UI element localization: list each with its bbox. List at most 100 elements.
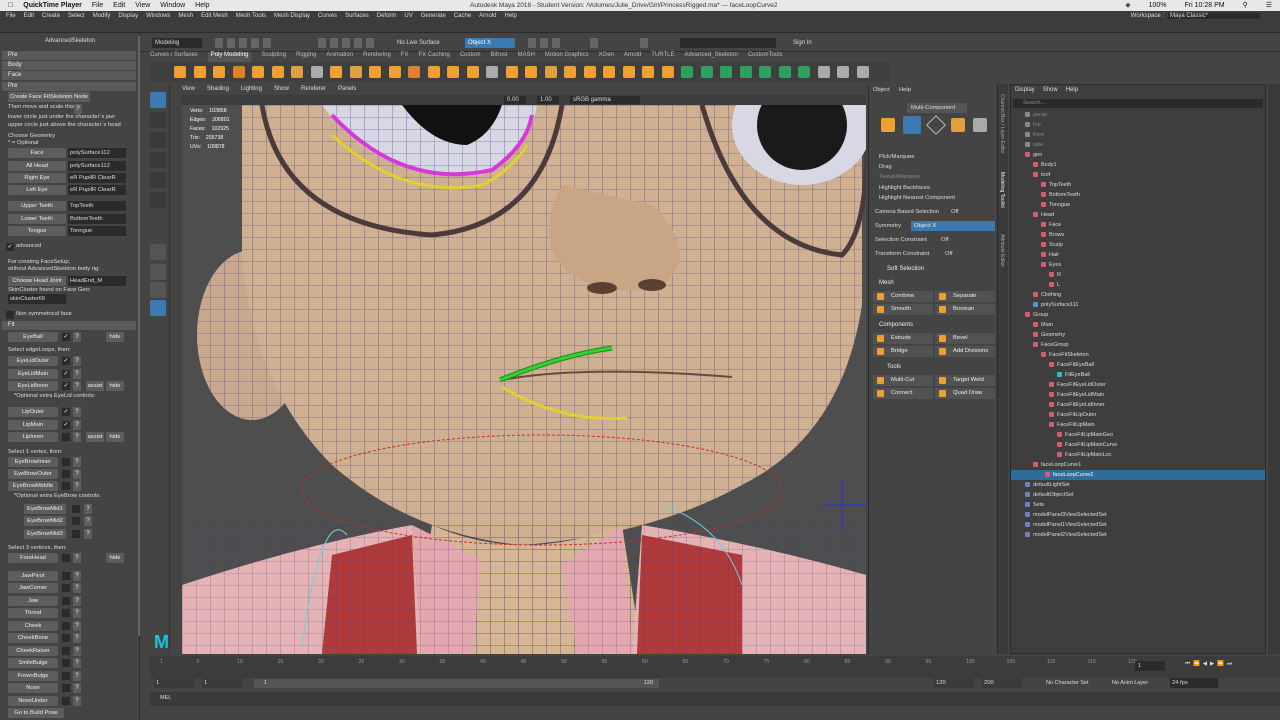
fit-cheek-help[interactable]: ? [73,621,81,631]
soft-selection[interactable]: Soft Selection [873,266,995,272]
eyeball-hide-button[interactable]: hide [106,332,124,342]
pick-marquee[interactable]: Pick/Marquee [879,154,914,160]
outliner-item[interactable]: FaceFitEyeBall [1049,360,1094,370]
lip-1-help[interactable]: ? [73,420,81,430]
select-tool-icon[interactable] [150,92,166,108]
shelf-tool-icon[interactable] [642,66,654,78]
shelf-tab-motion-graphics[interactable]: Motion Graphics [545,52,589,62]
shelf-tool-icon[interactable] [310,66,323,78]
workspace-select[interactable]: Maya Classic* [1168,13,1260,19]
shelf-tool-icon[interactable] [798,66,810,78]
fit-frownbulge-help[interactable]: ? [73,671,81,681]
shelf-tool-icon[interactable] [778,66,791,78]
lip-0-checkbox[interactable]: ✓ [62,408,70,416]
fit-cheek-button[interactable]: Cheek [8,621,58,631]
rotate-tool-icon[interactable] [150,172,166,188]
fit-jawcorner-button[interactable]: JawCorner [8,583,58,593]
mel-label[interactable]: MEL [160,695,171,701]
outliner-item[interactable]: Geometry [1033,330,1065,340]
render-settings-icon[interactable] [552,38,560,48]
outliner-item[interactable]: modelPanel3ViewSelectedSet [1025,510,1107,520]
eyebrow-0-button[interactable]: EyeBrowInner [8,457,58,467]
eyebrow-2-help[interactable]: ? [73,481,81,491]
outliner-item[interactable]: Clothing [1033,290,1061,300]
eyebrow-mid-1-button[interactable]: EyeBrowMid2 [24,516,66,526]
four-view-icon[interactable] [150,264,166,280]
shelf-tool-icon[interactable] [759,66,771,78]
playback-start-field[interactable]: 1 [202,678,242,688]
save-icon[interactable] [239,38,247,48]
shelf-tool-icon[interactable] [349,66,362,78]
lasso-tool-icon[interactable] [150,112,166,128]
app-name[interactable]: QuickTime Player [23,2,82,9]
outliner-item[interactable]: Sets [1025,500,1044,510]
outliner-item[interactable]: L [1049,280,1060,290]
mac-menu-edit[interactable]: Edit [113,2,125,9]
character-set[interactable]: No Character Set [1046,680,1089,686]
outliner-item[interactable]: FaceFitLipMainCurve [1057,440,1117,450]
eyebrow-mid-0-button[interactable]: EyeBrowMid1 [24,504,66,514]
two-view-icon[interactable] [150,282,166,298]
mac-menu-window[interactable]: Window [160,2,185,9]
shelf-tab-fx-caching[interactable]: FX Caching [418,52,449,62]
outliner-item[interactable]: FaceFitLipMainLoc [1057,450,1111,460]
separate-button[interactable]: Separate [935,291,995,302]
fit-jaw-checkbox[interactable] [62,597,70,605]
eyelid-1-checkbox[interactable]: ✓ [62,370,70,378]
fit-jawpivot-help[interactable]: ? [73,571,81,581]
eyelid-2-button[interactable]: EyeLidInner [8,381,58,391]
anim-layer[interactable]: No Anim Layer [1112,680,1148,686]
outliner-item[interactable]: Group [1025,310,1048,320]
outliner-item[interactable]: FaceFitEyeLidMain [1049,390,1104,400]
eyelid-0-help[interactable]: ? [73,356,81,366]
viewport-3d[interactable]: Verts: 103858 Edges: 206801 Faces: 102925 T… [182,105,866,654]
lip-2-button[interactable]: LipInner [8,432,58,442]
object-mode-icon[interactable] [881,118,895,132]
combine-button[interactable]: Combine [873,291,933,302]
fit-noseunder-help[interactable]: ? [73,696,81,706]
skincluster-field[interactable]: skinCluster66 [8,294,66,304]
shelf-tool-icon[interactable] [291,66,303,78]
outliner-item[interactable]: BottomTeeth [1041,190,1080,200]
outliner-item[interactable]: Brows [1041,230,1064,240]
components-section[interactable]: Components [873,322,995,328]
highlight-backfaces[interactable]: Highlight Backfaces [879,185,930,191]
left-panel-scrollbar[interactable] [138,36,140,636]
fit-jawcorner-help[interactable]: ? [73,583,81,593]
fit-jawpivot-checkbox[interactable] [62,572,70,580]
outliner-item[interactable]: FaceFitLipOuter [1049,410,1096,420]
scale-tool-icon[interactable] [150,192,166,208]
fit-jaw-help[interactable]: ? [73,596,81,606]
geo-right-eye-button[interactable]: Right Eye [8,173,66,183]
non-symmetrical-checkbox[interactable] [6,311,14,319]
shelf-tool-icon[interactable] [681,66,693,78]
menu-display[interactable]: Display [118,13,138,19]
uv-mode-icon[interactable] [973,118,987,132]
geo-left-eye-button[interactable]: Left Eye [8,185,66,195]
folder-icon[interactable] [215,38,223,48]
mac-menu-file[interactable]: File [92,2,103,9]
outliner-item[interactable]: TopTeeth [1041,180,1071,190]
quick-input[interactable] [680,38,776,48]
outliner-item[interactable]: modelPanel1ViewSelectedSet [1025,520,1107,530]
outliner-item[interactable]: Hair [1041,250,1059,260]
fit-noseunder-checkbox[interactable] [62,697,70,705]
end-frame-field[interactable]: 200 [982,678,1022,688]
add-divisions-button[interactable]: Add Divisions [935,346,995,357]
target-weld-button[interactable]: Target Weld [935,375,995,386]
shelf-tab-poly-modeling[interactable]: Poly Modeling [207,52,252,62]
lip-1-checkbox[interactable]: ✓ [62,421,70,429]
menu-mesh-tools[interactable]: Mesh Tools [236,13,266,19]
geo-tongue-button[interactable]: Tongue [8,226,66,236]
eyebrow-2-button[interactable]: EyeBrowMiddle [8,481,58,491]
section-pre[interactable]: Pre [2,51,136,60]
vp-menu-renderer[interactable]: Renderer [301,86,326,95]
mesh-section[interactable]: Mesh [873,280,995,286]
exposure-field[interactable]: 0.00 [504,96,526,104]
multi-cut-button[interactable]: Multi-Cut [873,375,933,386]
vp-menu-lighting[interactable]: Lighting [241,86,262,95]
fit-cheekbone-button[interactable]: CheekBone [8,633,58,643]
eyebrow-mid-1-help[interactable]: ? [84,516,92,526]
snap-curve-icon[interactable] [330,38,338,48]
head-joint-field[interactable]: HeadEnd_M [68,276,126,286]
